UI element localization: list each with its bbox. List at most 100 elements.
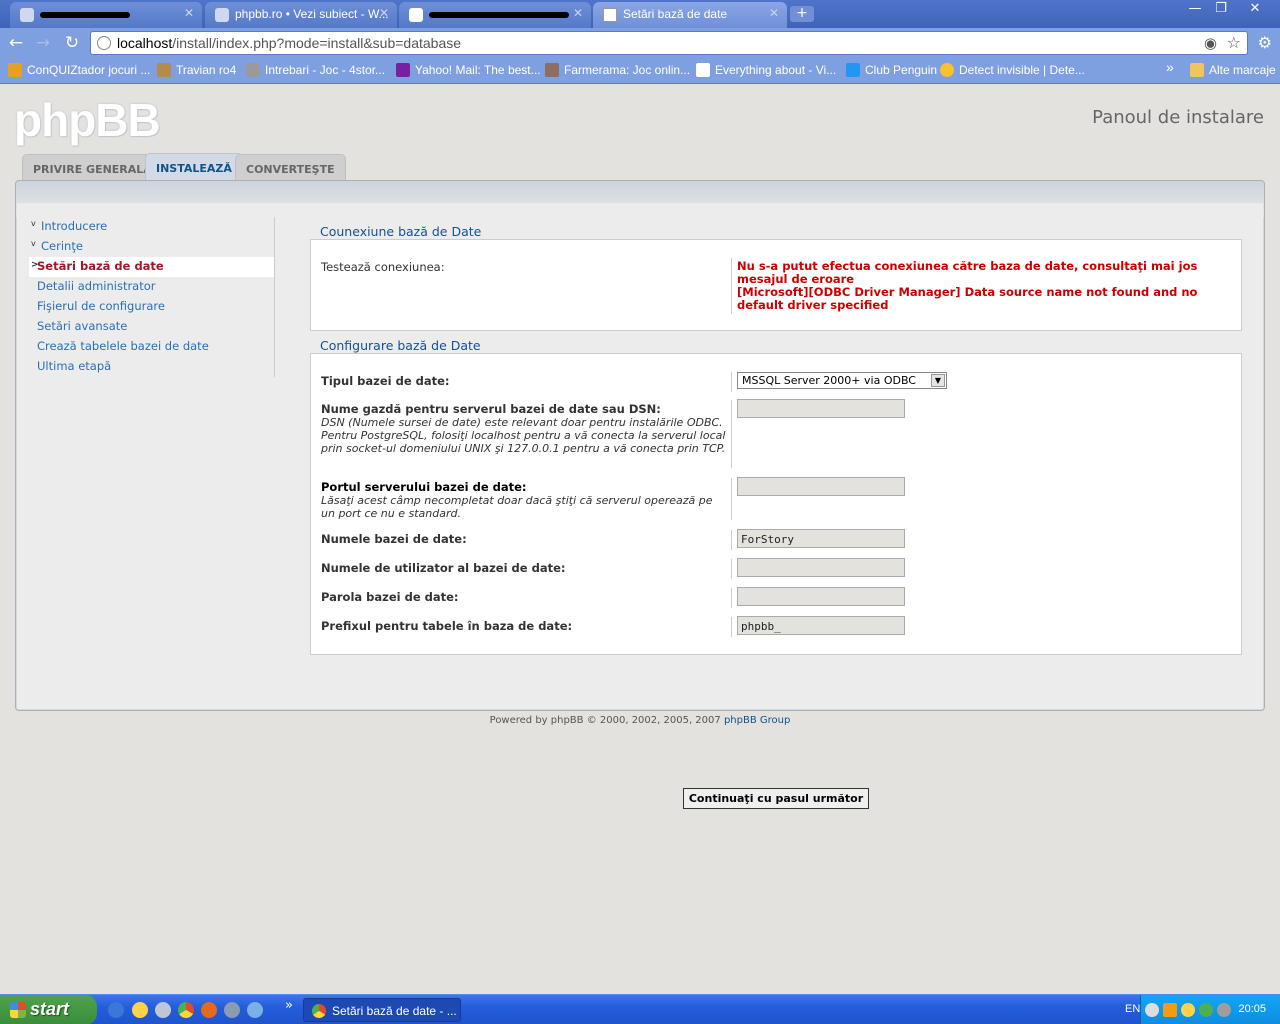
menu-item-config-file[interactable]: Fişierul de configurare — [29, 297, 274, 317]
tab-favicon-icon — [409, 8, 423, 22]
port-label: Portul serverului bazei de date: Lăsaţi … — [321, 480, 729, 520]
menu-item-create-tables[interactable]: Crează tabelele bazei de date — [29, 337, 274, 357]
restore-button[interactable]: ❐ — [1208, 0, 1234, 18]
bookmark-item[interactable]: Yahoo! Mail: The best... — [396, 63, 541, 77]
tab-install[interactable]: INSTALEAZĂ — [145, 153, 243, 181]
menu-item-requirements[interactable]: Cerinţe — [29, 237, 274, 257]
column-divider — [731, 530, 732, 550]
db-username-input[interactable] — [737, 558, 905, 577]
column-divider — [731, 478, 732, 520]
redacted-tab-title — [40, 11, 130, 18]
error-line-2: [Microsoft][ODBC Driver Manager] Data so… — [737, 285, 1198, 312]
browser-tab-3[interactable]: ✕ — [399, 2, 591, 28]
menu-item-admin-details[interactable]: Detalii administrator — [29, 277, 274, 297]
quicklaunch-overflow-button[interactable]: » — [285, 998, 293, 1013]
address-bar[interactable]: localhost/install/index.php?mode=install… — [90, 31, 1248, 55]
continue-button[interactable]: Continuaţi cu pasul următor — [683, 788, 869, 809]
tab-title: phpbb.ro • Vezi subiect - W... — [235, 7, 389, 21]
start-label: start — [30, 999, 70, 1019]
tray-network-icon[interactable] — [1199, 1003, 1213, 1017]
dbtype-select[interactable]: MSSQL Server 2000+ via ODBC ▼ — [737, 372, 947, 389]
column-divider — [731, 372, 732, 392]
browser-toolbar: ← → ↻ localhost/install/index.php?mode=i… — [0, 28, 1280, 58]
page-info-icon[interactable] — [97, 36, 111, 50]
host-label: Nume gazdă pentru serverul bazei de date… — [321, 402, 729, 455]
bookmark-item[interactable]: Intrebari - Joc - 4stor... — [246, 63, 385, 77]
bookmark-item[interactable]: Everything about - Vi... — [696, 63, 836, 77]
start-button[interactable]: start — [0, 995, 97, 1024]
url-path: /install/index.php?mode=install&sub=data… — [172, 35, 462, 51]
forward-arrow-icon[interactable]: → — [32, 32, 54, 54]
tab-favicon-icon — [20, 8, 34, 22]
db-password-input[interactable] — [737, 587, 905, 606]
app-icon[interactable] — [247, 1002, 263, 1018]
bookmark-favicon-icon — [940, 63, 954, 77]
firefox-icon[interactable] — [201, 1002, 217, 1018]
tab-close-icon[interactable]: ✕ — [573, 6, 583, 20]
page-content: phpBB Panoul de instalare PRIVIRE GENERA… — [0, 85, 1280, 994]
bookmark-favicon-icon — [545, 63, 559, 77]
tab-close-icon[interactable]: ✕ — [379, 6, 389, 20]
menu-item-introduction[interactable]: Introducere — [29, 217, 274, 237]
tab-title: Setări bază de date — [623, 7, 728, 21]
column-divider — [731, 559, 732, 579]
dbname-input[interactable]: ForStory — [737, 529, 905, 548]
prefix-label: Prefixul pentru tabele în baza de date: — [321, 619, 572, 633]
language-indicator[interactable]: EN — [1125, 1003, 1140, 1015]
tab-close-icon[interactable]: ✕ — [769, 6, 779, 20]
browser-tab-2[interactable]: phpbb.ro • Vezi subiect - W... ✕ — [205, 2, 397, 28]
settings-icon[interactable] — [224, 1002, 240, 1018]
close-window-button[interactable]: ✕ — [1242, 0, 1268, 18]
password-label-text: Parola bazei de date: — [321, 590, 459, 604]
tray-app-icon[interactable] — [1163, 1003, 1177, 1017]
chrome-icon — [312, 1004, 326, 1018]
wrench-menu-icon[interactable]: ⚙ — [1258, 33, 1272, 52]
tray-security-icon[interactable] — [1217, 1003, 1231, 1017]
phpbb-logo: phpBB — [14, 94, 161, 146]
back-arrow-icon[interactable]: ← — [5, 32, 27, 54]
network-icon[interactable] — [155, 1002, 171, 1018]
table-prefix-input[interactable]: phpbb_ — [737, 616, 905, 635]
windows-taskbar: start » Setări bază de date - ... EN 20:… — [0, 994, 1280, 1024]
tray-messenger-icon[interactable] — [1181, 1003, 1195, 1017]
host-help-text: DSN (Numele sursei de date) este relevan… — [321, 416, 726, 455]
chrome-icon[interactable] — [178, 1002, 194, 1018]
dbtype-label-text: Tipul bazei de date: — [321, 374, 450, 388]
bookmark-item[interactable]: Club Penguin — [846, 63, 937, 77]
menu-item-advanced-settings[interactable]: Setări avansate — [29, 317, 274, 337]
other-bookmarks-folder[interactable]: Alte marcaje — [1190, 63, 1276, 77]
bookmark-star-icon[interactable]: ☆ — [1227, 33, 1241, 52]
bookmark-label: ConQUIZtador jocuri ... — [27, 63, 151, 77]
tab-convert[interactable]: CONVERTEŞTE — [235, 154, 346, 181]
url-text: localhost/install/index.php?mode=install… — [117, 35, 461, 51]
browser-tab-strip: ✕ phpbb.ro • Vezi subiect - W... ✕ ✕ Set… — [0, 0, 1280, 28]
test-connection-label: Testează conexiunea: — [321, 260, 445, 274]
document-icon — [603, 8, 617, 22]
port-input[interactable] — [737, 477, 905, 496]
minimize-button[interactable]: — — [1182, 0, 1208, 18]
taskbar-window-label: Setări bază de date - ... — [332, 1004, 457, 1018]
bookmark-item[interactable]: Farmerama: Joc onlin... — [545, 63, 690, 77]
tab-close-icon[interactable]: ✕ — [184, 6, 194, 20]
browser-tab-active[interactable]: Setări bază de date ✕ — [593, 2, 787, 28]
footer-link[interactable]: phpBB Group — [724, 715, 790, 726]
lightbulb-icon[interactable]: ◉ — [1204, 34, 1217, 52]
ie-icon[interactable] — [108, 1002, 124, 1018]
new-tab-button[interactable]: + — [790, 6, 814, 22]
messenger-smiley-icon[interactable] — [132, 1002, 148, 1018]
menu-item-final-stage[interactable]: Ultima etapă — [29, 357, 274, 377]
bookmarks-overflow-button[interactable]: » — [1166, 59, 1174, 75]
bookmark-item[interactable]: Travian ro4 — [157, 63, 236, 77]
taskbar-window-item[interactable]: Setări bază de date - ... — [303, 998, 461, 1022]
dbtype-label: Tipul bazei de date: — [321, 374, 450, 388]
bookmark-item[interactable]: Detect invisible | Dete... — [940, 63, 1085, 77]
host-input[interactable] — [737, 399, 905, 418]
reload-icon[interactable]: ↻ — [61, 32, 83, 54]
bookmark-item[interactable]: ConQUIZtador jocuri ... — [8, 63, 150, 77]
menu-item-database-settings[interactable]: Setări bază de date — [29, 257, 274, 277]
tray-expand-icon[interactable] — [1145, 1003, 1159, 1017]
bookmark-favicon-icon — [846, 63, 860, 77]
error-line-1: Nu s-a putut efectua conexiunea către ba… — [737, 259, 1198, 286]
browser-tab-1[interactable]: ✕ — [10, 2, 202, 28]
tab-overview[interactable]: PRIVIRE GENERALĂ — [22, 154, 163, 181]
